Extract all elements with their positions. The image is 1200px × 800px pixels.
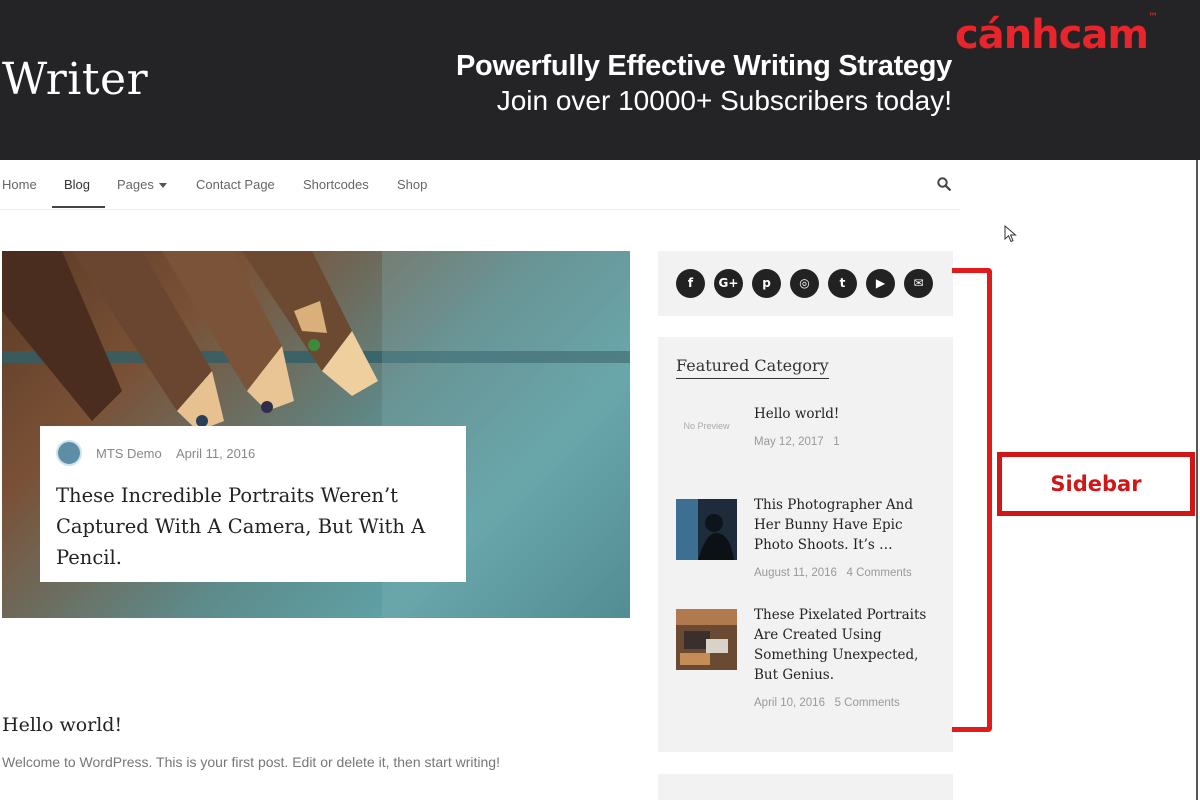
pinterest-icon[interactable]: p xyxy=(752,269,781,298)
post-title[interactable]: Hello world! xyxy=(2,714,122,736)
featured-item-date: May 12, 2017 xyxy=(754,436,824,448)
featured-item-date: April 10, 2016 xyxy=(754,697,825,709)
nav-item-pages-label: Pages xyxy=(117,177,154,192)
twitter-icon[interactable]: t xyxy=(828,269,857,298)
nav-item-contact[interactable]: Contact Page xyxy=(196,177,275,192)
next-widget xyxy=(658,774,953,800)
window-edge xyxy=(1196,160,1198,800)
nav-item-pages[interactable]: Pages xyxy=(117,177,167,192)
nav-item-shop[interactable]: Shop xyxy=(397,177,427,192)
facebook-icon[interactable]: f xyxy=(676,269,705,298)
post-excerpt: Welcome to WordPress. This is your first… xyxy=(2,754,500,770)
email-icon[interactable]: ✉ xyxy=(904,269,933,298)
featured-item-comments[interactable]: 1 xyxy=(833,436,839,448)
hero-title[interactable]: These Incredible Portraits Weren’t Captu… xyxy=(56,480,456,573)
nav-active-indicator xyxy=(52,206,105,208)
featured-thumb-pixelated[interactable] xyxy=(676,609,737,670)
mouse-cursor-icon xyxy=(1004,225,1017,243)
site-header: Writer Powerfully Effective Writing Stra… xyxy=(0,0,1200,160)
featured-item-meta: April 10, 2016 5 Comments xyxy=(754,697,900,709)
main-nav: Home Blog Pages Contact Page Shortcodes … xyxy=(0,160,960,210)
featured-category-title: Featured Category xyxy=(676,356,829,379)
featured-item-title[interactable]: These Pixelated Portraits Are Created Us… xyxy=(754,605,939,685)
google-plus-icon[interactable]: G+ xyxy=(714,269,743,298)
promo-headline: Powerfully Effective Writing Strategy xyxy=(456,50,952,82)
featured-category-widget: Featured Category No Preview Hello world… xyxy=(658,337,953,752)
caret-down-icon xyxy=(158,183,167,189)
nav-item-home[interactable]: Home xyxy=(2,177,37,192)
instagram-icon[interactable]: ◎ xyxy=(790,269,819,298)
featured-item-comments[interactable]: 5 Comments xyxy=(835,697,900,709)
featured-item-meta: May 12, 2017 1 xyxy=(754,436,840,448)
site-title[interactable]: Writer xyxy=(2,54,148,105)
author-avatar[interactable] xyxy=(56,440,82,466)
nav-item-shortcodes[interactable]: Shortcodes xyxy=(303,177,369,192)
featured-item-date: August 11, 2016 xyxy=(754,567,837,579)
search-icon[interactable] xyxy=(937,177,951,191)
hero-featured-post[interactable]: MTS Demo April 11, 2016 These Incredible… xyxy=(2,251,630,618)
hero-author[interactable]: MTS Demo xyxy=(96,446,162,461)
watermark-text: cánhcam xyxy=(955,12,1149,58)
featured-item-title[interactable]: This Photographer And Her Bunny Have Epi… xyxy=(754,495,939,555)
header-promo[interactable]: Powerfully Effective Writing Strategy Jo… xyxy=(456,50,952,117)
promo-subline: Join over 10000+ Subscribers today! xyxy=(496,85,952,116)
hero-date: April 11, 2016 xyxy=(176,446,256,461)
youtube-icon[interactable]: ▶ xyxy=(866,269,895,298)
sidebar-bracket-annotation xyxy=(952,268,992,732)
featured-item-comments[interactable]: 4 Comments xyxy=(847,567,912,579)
nav-item-blog[interactable]: Blog xyxy=(64,177,90,192)
watermark-logo: cánhcam™ xyxy=(955,12,1158,58)
featured-item-title[interactable]: Hello world! xyxy=(754,404,939,424)
social-widget: f G+ p ◎ t ▶ ✉ xyxy=(658,251,953,316)
sidebar-annotation-label: Sidebar xyxy=(997,452,1195,516)
featured-thumb-photographer[interactable] xyxy=(676,499,737,560)
featured-item-meta: August 11, 2016 4 Comments xyxy=(754,567,912,579)
featured-thumb-no-preview[interactable]: No Preview xyxy=(676,401,737,462)
hero-card[interactable]: MTS Demo April 11, 2016 These Incredible… xyxy=(40,426,466,582)
